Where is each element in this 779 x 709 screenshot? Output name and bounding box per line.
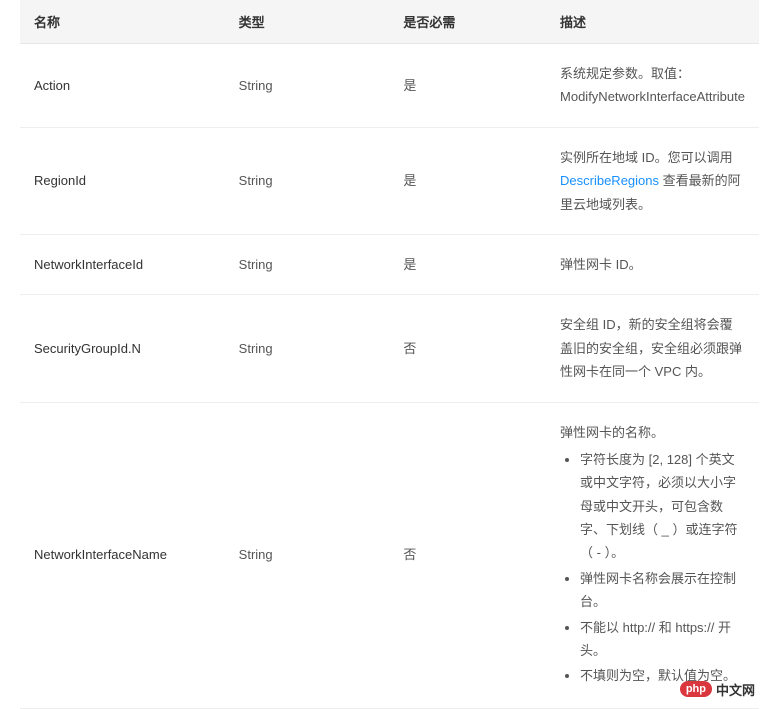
cell-required: 是 [389, 127, 546, 234]
api-params-table: 名称 类型 是否必需 描述 Action String 是 系统规定参数。取值：… [20, 0, 759, 709]
table-row: Action String 是 系统规定参数。取值：ModifyNetworkI… [20, 44, 759, 128]
description-block: 弹性网卡的名称。 字符长度为 [2, 128] 个英文或中文字符，必须以大小字母… [560, 421, 745, 688]
description-text: 弹性网卡 ID。 [560, 253, 745, 276]
cell-required: 否 [389, 402, 546, 708]
list-item: 字符长度为 [2, 128] 个英文或中文字符，必须以大小字母或中文开头，可包含… [580, 448, 745, 565]
table-row: NetworkInterfaceId String 是 弹性网卡 ID。 [20, 234, 759, 294]
header-description: 描述 [546, 0, 759, 44]
describe-regions-link[interactable]: DescribeRegions [560, 173, 659, 188]
cell-required: 否 [389, 295, 546, 402]
description-text: 安全组 ID，新的安全组将会覆盖旧的安全组，安全组必须跟弹性网卡在同一个 VPC… [560, 313, 745, 383]
cell-type: String [225, 402, 390, 708]
cell-required: 是 [389, 44, 546, 128]
watermark-text: 中文网 [716, 680, 755, 699]
table-header-row: 名称 类型 是否必需 描述 [20, 0, 759, 44]
watermark: php 中文网 [680, 680, 755, 699]
table-row: RegionId String 是 实例所在地域 ID。您可以调用 Descri… [20, 127, 759, 234]
cell-name: SecurityGroupId.N [20, 295, 225, 402]
description-text: 实例所在地域 ID。您可以调用 DescribeRegions 查看最新的阿里云… [560, 146, 745, 216]
cell-description: 实例所在地域 ID。您可以调用 DescribeRegions 查看最新的阿里云… [546, 127, 759, 234]
desc-pre: 实例所在地域 ID。您可以调用 [560, 150, 733, 165]
cell-description: 安全组 ID，新的安全组将会覆盖旧的安全组，安全组必须跟弹性网卡在同一个 VPC… [546, 295, 759, 402]
header-required: 是否必需 [389, 0, 546, 44]
description-bullet-list: 字符长度为 [2, 128] 个英文或中文字符，必须以大小字母或中文开头，可包含… [560, 448, 745, 688]
cell-name: NetworkInterfaceName [20, 402, 225, 708]
cell-type: String [225, 127, 390, 234]
cell-name: RegionId [20, 127, 225, 234]
cell-name: Action [20, 44, 225, 128]
desc-intro: 弹性网卡的名称。 [560, 425, 664, 440]
table-row: SecurityGroupId.N String 否 安全组 ID，新的安全组将… [20, 295, 759, 402]
cell-type: String [225, 234, 390, 294]
description-text: 系统规定参数。取值：ModifyNetworkInterfaceAttribut… [560, 62, 745, 109]
header-name: 名称 [20, 0, 225, 44]
cell-description: 弹性网卡的名称。 字符长度为 [2, 128] 个英文或中文字符，必须以大小字母… [546, 402, 759, 708]
cell-description: 弹性网卡 ID。 [546, 234, 759, 294]
header-type: 类型 [225, 0, 390, 44]
table-row: NetworkInterfaceName String 否 弹性网卡的名称。 字… [20, 402, 759, 708]
cell-required: 是 [389, 234, 546, 294]
cell-name: NetworkInterfaceId [20, 234, 225, 294]
cell-type: String [225, 44, 390, 128]
list-item: 弹性网卡名称会展示在控制台。 [580, 567, 745, 614]
cell-description: 系统规定参数。取值：ModifyNetworkInterfaceAttribut… [546, 44, 759, 128]
list-item: 不能以 http:// 和 https:// 开头。 [580, 616, 745, 663]
cell-type: String [225, 295, 390, 402]
